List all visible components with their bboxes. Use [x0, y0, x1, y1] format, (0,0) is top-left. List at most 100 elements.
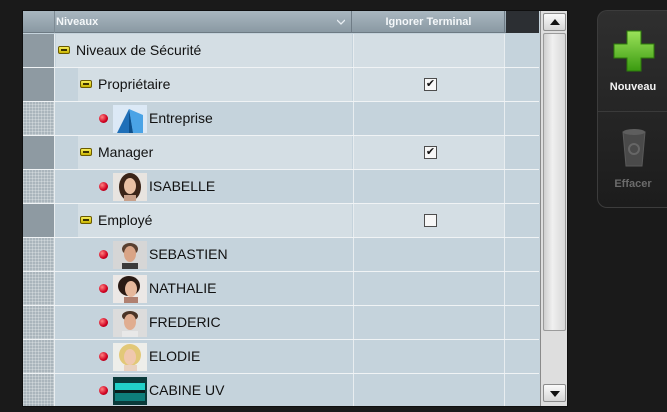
row-gutter [23, 204, 55, 237]
user-label: CABINE UV [149, 382, 225, 398]
tail-cell [506, 340, 539, 373]
new-button-label: Nouveau [609, 81, 657, 93]
tree-rows: Niveaux de Sécurité Propriétaire ✔ Entre… [23, 34, 539, 406]
tail-cell [506, 170, 539, 203]
name-cell: Propriétaire [56, 68, 352, 101]
column-header-ignorer-terminal[interactable]: Ignorer Terminal [353, 11, 505, 33]
row-gutter [23, 170, 55, 203]
group-label: Manager [98, 144, 154, 160]
bullet-icon [99, 114, 108, 123]
tanning-bed-icon [113, 377, 147, 405]
ignorer-cell [353, 170, 505, 203]
tree-root-label: Niveaux de Sécurité [76, 42, 202, 58]
tail-cell [506, 306, 539, 339]
user-label: FREDERIC [149, 314, 221, 330]
plus-icon [613, 30, 655, 72]
user-label: ISABELLE [149, 178, 216, 194]
bullet-icon [99, 284, 108, 293]
delete-button[interactable]: Effacer [598, 111, 667, 207]
row-gutter [23, 68, 55, 101]
tail-cell [506, 68, 539, 101]
tail-cell [506, 374, 539, 406]
user-label: NATHALIE [149, 280, 217, 296]
tree-row-user[interactable]: CABINE UV [23, 374, 539, 406]
user-label: Entreprise [149, 110, 213, 126]
row-gutter [23, 272, 55, 305]
tail-cell [506, 204, 539, 237]
name-cell: Employé [56, 204, 352, 237]
group-label: Employé [98, 212, 153, 228]
name-cell: Niveaux de Sécurité [56, 34, 352, 67]
new-button[interactable]: Nouveau [598, 15, 667, 111]
ignorer-cell [353, 306, 505, 339]
ignorer-terminal-checkbox[interactable]: ✔ [424, 146, 437, 159]
group-label: Propriétaire [98, 76, 171, 92]
tree-row-user[interactable]: ELODIE [23, 340, 539, 374]
row-gutter [23, 306, 55, 339]
tree-row-user[interactable]: SEBASTIEN [23, 238, 539, 272]
name-cell: ELODIE [56, 340, 352, 373]
row-gutter [23, 238, 55, 271]
ignorer-cell [353, 374, 505, 406]
bullet-icon [99, 318, 108, 327]
security-levels-tree: Niveaux Ignorer Terminal Niveaux de Sécu… [22, 10, 568, 407]
header-spacer [506, 11, 539, 33]
tree-row-user[interactable]: NATHALIE [23, 272, 539, 306]
tree-row-group-proprietaire[interactable]: Propriétaire ✔ [23, 68, 539, 102]
ignorer-cell [353, 34, 505, 67]
tree-header: Niveaux Ignorer Terminal [23, 11, 539, 33]
column-header-niveaux[interactable]: Niveaux [56, 11, 352, 33]
name-cell: NATHALIE [56, 272, 352, 305]
bullet-icon [99, 250, 108, 259]
delete-button-label: Effacer [614, 178, 652, 190]
scroll-thumb[interactable] [543, 33, 566, 331]
user-photo-icon [113, 343, 147, 371]
user-photo-icon [113, 173, 147, 201]
tree-row-group-employe[interactable]: Employé [23, 204, 539, 238]
tree-row-user[interactable]: FREDERIC [23, 306, 539, 340]
bullet-icon [99, 386, 108, 395]
chevron-down-icon[interactable] [337, 18, 345, 26]
name-cell: Entreprise [56, 102, 352, 135]
tail-cell [506, 272, 539, 305]
row-gutter [23, 136, 55, 169]
tail-cell [506, 34, 539, 67]
scroll-down-button[interactable] [543, 384, 566, 402]
bullet-icon [99, 182, 108, 191]
user-photo-icon [113, 275, 147, 303]
row-gutter [23, 340, 55, 373]
user-label: SEBASTIEN [149, 246, 228, 262]
ignorer-terminal-checkbox[interactable] [424, 214, 437, 227]
header-gutter [23, 11, 55, 33]
tree-row-group-manager[interactable]: Manager ✔ [23, 136, 539, 170]
tail-cell [506, 238, 539, 271]
collapse-icon[interactable] [80, 80, 92, 88]
tail-cell [506, 102, 539, 135]
name-cell: CABINE UV [56, 374, 352, 406]
user-photo-icon [113, 241, 147, 269]
collapse-icon[interactable] [80, 148, 92, 156]
action-toolbar: Nouveau Effacer [597, 10, 667, 208]
tree-row-user[interactable]: Entreprise [23, 102, 539, 136]
tree-row-root[interactable]: Niveaux de Sécurité [23, 34, 539, 68]
ignorer-cell [353, 272, 505, 305]
ignorer-cell [353, 102, 505, 135]
bullet-icon [99, 352, 108, 361]
collapse-icon[interactable] [58, 46, 70, 54]
name-cell: Manager [56, 136, 352, 169]
trash-icon [622, 129, 646, 167]
column-header-niveaux-label: Niveaux [56, 16, 99, 28]
ignorer-terminal-checkbox[interactable]: ✔ [424, 78, 437, 91]
ignorer-cell [353, 238, 505, 271]
collapse-icon[interactable] [80, 216, 92, 224]
tail-cell [506, 136, 539, 169]
row-gutter [23, 374, 55, 406]
ignorer-cell [353, 204, 505, 237]
tree-row-user[interactable]: ISABELLE [23, 170, 539, 204]
name-cell: FREDERIC [56, 306, 352, 339]
ignorer-cell [353, 340, 505, 373]
user-photo-icon [113, 309, 147, 337]
ignorer-cell: ✔ [353, 68, 505, 101]
scroll-up-button[interactable] [543, 13, 566, 31]
vertical-scrollbar[interactable] [540, 11, 567, 406]
